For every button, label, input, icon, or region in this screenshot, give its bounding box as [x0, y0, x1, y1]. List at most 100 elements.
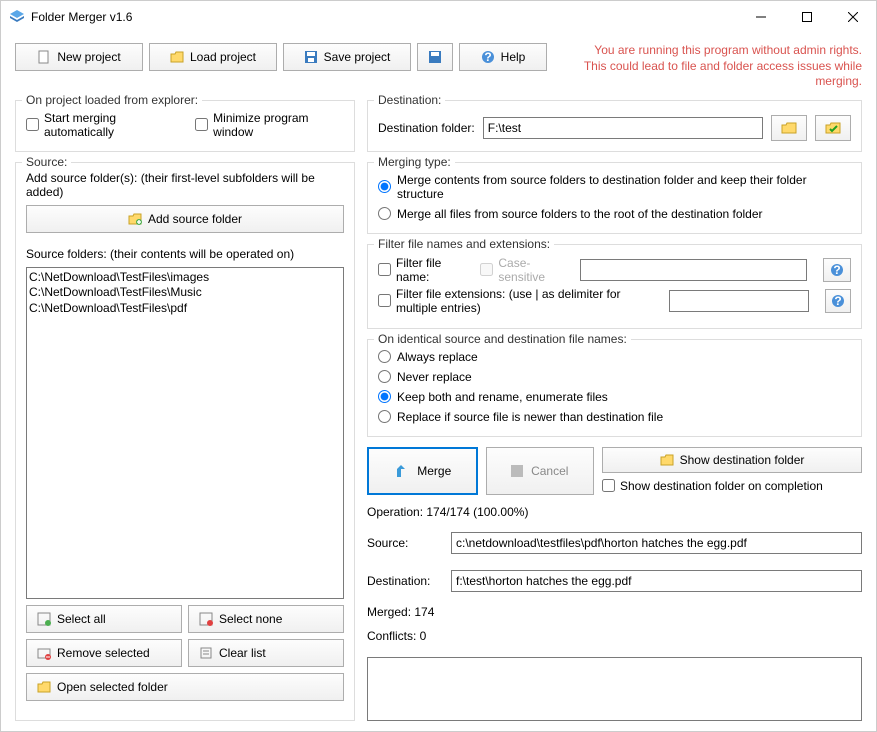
new-project-button[interactable]: New project: [15, 43, 143, 71]
stop-icon: [511, 465, 523, 477]
never-replace-radio[interactable]: Never replace: [378, 370, 851, 384]
confirm-destination-button[interactable]: [815, 115, 851, 141]
status-dest-value: [451, 570, 862, 592]
select-all-label: Select all: [57, 612, 106, 626]
destination-folder-label: Destination folder:: [378, 121, 475, 135]
identical-opt3-label: Keep both and rename, enumerate files: [397, 390, 608, 404]
filter-ext-checkbox[interactable]: Filter file extensions: (use | as delimi…: [378, 287, 661, 315]
keep-both-radio[interactable]: Keep both and rename, enumerate files: [378, 390, 851, 404]
replace-if-newer-radio[interactable]: Replace if source file is newer than des…: [378, 410, 851, 424]
show-on-complete-label: Show destination folder on completion: [620, 479, 823, 493]
filter-name-help-button[interactable]: ?: [823, 258, 851, 282]
remove-selected-label: Remove selected: [57, 646, 150, 660]
merged-count: Merged: 174: [367, 605, 862, 619]
svg-text:?: ?: [484, 50, 491, 64]
folder-icon: [37, 680, 51, 694]
identical-names-group: On identical source and destination file…: [367, 339, 862, 437]
file-icon: [37, 50, 51, 64]
clear-list-label: Clear list: [219, 646, 266, 660]
select-all-icon: [37, 612, 51, 626]
add-source-label: Add source folder: [148, 212, 242, 226]
merge-label: Merge: [417, 464, 451, 478]
save-as-button[interactable]: [417, 43, 453, 71]
save-project-button[interactable]: Save project: [283, 43, 411, 71]
explorer-legend: On project loaded from explorer:: [22, 93, 202, 107]
case-sensitive-label: Case-sensitive: [498, 256, 571, 284]
select-all-button[interactable]: Select all: [26, 605, 182, 633]
minimize-window-button[interactable]: [738, 1, 784, 33]
maximize-window-button[interactable]: [784, 1, 830, 33]
destination-group: Destination: Destination folder:: [367, 100, 862, 152]
remove-selected-button[interactable]: Remove selected: [26, 639, 182, 667]
show-destination-button[interactable]: Show destination folder: [602, 447, 862, 473]
merge-keep-structure-radio[interactable]: Merge contents from source folders to de…: [378, 173, 851, 201]
new-project-label: New project: [57, 50, 120, 64]
identical-opt1-label: Always replace: [397, 350, 478, 364]
load-project-button[interactable]: Load project: [149, 43, 277, 71]
filter-ext-help-button[interactable]: ?: [825, 289, 851, 313]
clear-list-button[interactable]: Clear list: [188, 639, 344, 667]
identical-legend: On identical source and destination file…: [374, 332, 631, 346]
folder-open-icon: [660, 453, 674, 467]
cancel-label: Cancel: [531, 464, 568, 478]
start-merging-label: Start merging automatically: [44, 111, 181, 139]
source-folders-list[interactable]: C:\NetDownload\TestFiles\images C:\NetDo…: [26, 267, 344, 599]
merge-button[interactable]: Merge: [367, 447, 478, 495]
help-label: Help: [501, 50, 526, 64]
merge-opt2-label: Merge all files from source folders to t…: [397, 207, 763, 221]
merging-type-group: Merging type: Merge contents from source…: [367, 162, 862, 234]
save-icon: [304, 50, 318, 64]
operation-status: Operation: 174/174 (100.00%): [367, 505, 862, 519]
filter-ext-label: Filter file extensions: (use | as delimi…: [396, 287, 661, 315]
status-source-value: [451, 532, 862, 554]
warning-line-2: This could lead to file and folder acces…: [553, 59, 862, 90]
always-replace-radio[interactable]: Always replace: [378, 350, 851, 364]
show-dest-label: Show destination folder: [680, 453, 805, 467]
minimize-window-label: Minimize program window: [213, 111, 344, 139]
window-title: Folder Merger v1.6: [31, 10, 738, 24]
case-sensitive-checkbox[interactable]: Case-sensitive: [480, 256, 571, 284]
save-disk-icon: [428, 50, 442, 64]
close-window-button[interactable]: [830, 1, 876, 33]
destination-legend: Destination:: [374, 93, 445, 107]
identical-opt2-label: Never replace: [397, 370, 472, 384]
clear-icon: [199, 646, 213, 660]
status-dest-label: Destination:: [367, 574, 445, 588]
filter-name-label: Filter file name:: [396, 256, 472, 284]
folder-add-icon: [128, 212, 142, 226]
warning-line-1: You are running this program without adm…: [553, 43, 862, 59]
load-project-label: Load project: [190, 50, 256, 64]
remove-icon: [37, 646, 51, 660]
cancel-button[interactable]: Cancel: [486, 447, 595, 495]
merge-to-root-radio[interactable]: Merge all files from source folders to t…: [378, 207, 851, 221]
filter-legend: Filter file names and extensions:: [374, 237, 554, 251]
start-merging-checkbox[interactable]: Start merging automatically: [26, 111, 181, 139]
select-none-icon: [199, 612, 213, 626]
filter-name-input[interactable]: [580, 259, 807, 281]
filter-name-checkbox[interactable]: Filter file name:: [378, 256, 472, 284]
app-icon: [9, 9, 25, 25]
merge-arrow-icon: [393, 463, 409, 479]
status-source-label: Source:: [367, 536, 445, 550]
open-selected-label: Open selected folder: [57, 680, 168, 694]
show-on-completion-checkbox[interactable]: Show destination folder on completion: [602, 479, 862, 493]
source-legend: Source:: [22, 155, 71, 169]
log-output[interactable]: [367, 657, 862, 721]
help-icon: ?: [481, 50, 495, 64]
add-source-folder-button[interactable]: Add source folder: [26, 205, 344, 233]
source-group: Source: Add source folder(s): (their fir…: [15, 162, 355, 721]
admin-warning: You are running this program without adm…: [553, 43, 862, 90]
select-none-label: Select none: [219, 612, 282, 626]
source-list-label: Source folders: (their contents will be …: [26, 247, 344, 261]
filter-group: Filter file names and extensions: Filter…: [367, 244, 862, 329]
browse-destination-button[interactable]: [771, 115, 807, 141]
svg-text:?: ?: [834, 294, 841, 308]
open-selected-folder-button[interactable]: Open selected folder: [26, 673, 344, 701]
select-none-button[interactable]: Select none: [188, 605, 344, 633]
destination-folder-input[interactable]: [483, 117, 763, 139]
help-button[interactable]: ? Help: [459, 43, 547, 71]
minimize-window-checkbox[interactable]: Minimize program window: [195, 111, 344, 139]
filter-ext-input[interactable]: [669, 290, 809, 312]
add-source-hint: Add source folder(s): (their first-level…: [26, 171, 344, 199]
merging-type-legend: Merging type:: [374, 155, 455, 169]
